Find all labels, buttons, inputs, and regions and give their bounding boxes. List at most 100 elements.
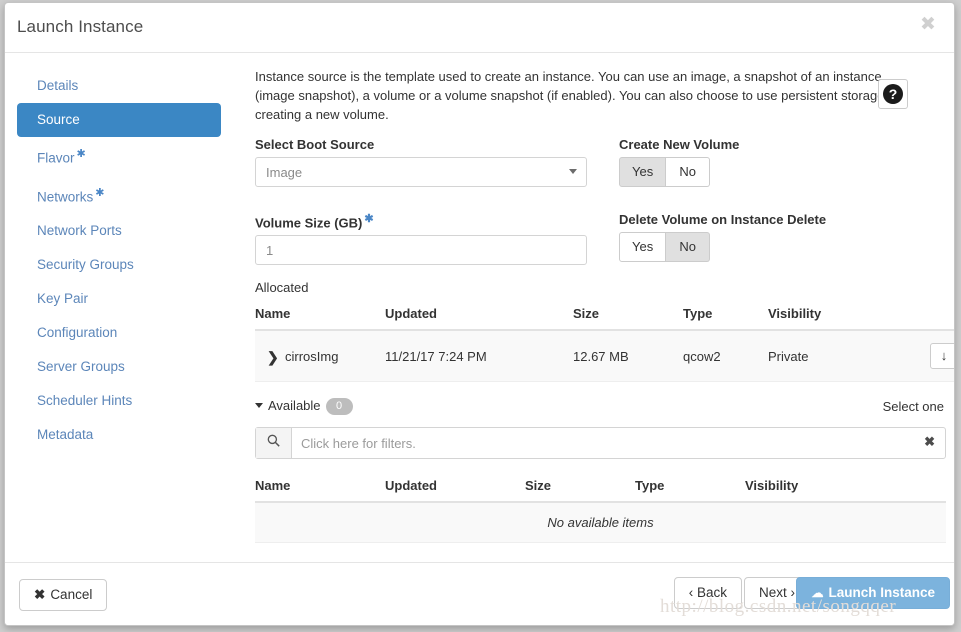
boot-source-label: Select Boot Source <box>255 137 375 152</box>
volume-size-label: Volume Size (GB) ✱ <box>255 212 587 230</box>
volume-size-input[interactable] <box>255 235 587 266</box>
required-marker: ✱ <box>364 213 374 225</box>
sidebar-item-label: Network Ports <box>37 223 122 238</box>
allocated-cell-type: qcow2 <box>683 330 768 382</box>
sidebar-item-scheduler-hints[interactable]: Scheduler Hints <box>17 384 221 418</box>
filter-bar: ✖ <box>255 427 946 459</box>
available-empty-row: No available items <box>255 502 946 543</box>
available-col-name: Name <box>255 473 385 503</box>
volume-size-label-text: Volume Size (GB) <box>255 215 363 231</box>
available-col-size: Size <box>525 473 635 503</box>
allocated-col-type: Type <box>683 301 768 331</box>
available-label: Available <box>268 398 321 413</box>
sidebar-item-label: Configuration <box>37 325 118 340</box>
delete-volume-yes[interactable]: Yes <box>619 232 667 262</box>
launch-instance-dialog: Launch Instance ✖ Details Source Flavor ✱… <box>4 2 955 626</box>
allocated-name-wrap: ❯ cirrosImg <box>255 348 385 366</box>
allocated-cell-size: 12.67 MB <box>573 330 683 382</box>
help-icon[interactable]: ? <box>878 79 908 109</box>
dialog-body: Details Source Flavor ✱ Networks ✱ Network… <box>5 53 954 563</box>
create-new-volume-label: Create New Volume <box>619 137 740 152</box>
required-marker: ✱ <box>76 148 86 160</box>
sidebar-item-source[interactable]: Source <box>17 103 221 137</box>
sidebar-item-networks[interactable]: Networks ✱ <box>17 176 221 215</box>
allocated-col-name: Name <box>255 301 385 331</box>
required-marker: ✱ <box>95 186 105 199</box>
chevron-right-icon[interactable]: ❯ <box>267 349 279 366</box>
available-empty-message: No available items <box>255 502 946 543</box>
sidebar-item-security-groups[interactable]: Security Groups <box>17 248 221 282</box>
delete-volume-group: Delete Volume on Instance Delete Yes No <box>619 212 919 262</box>
boot-source-select[interactable] <box>255 157 587 187</box>
available-table-header-row: Name Updated Size Type Visibility <box>255 473 946 503</box>
sidebar-item-configuration[interactable]: Configuration <box>17 316 221 350</box>
allocated-col-size: Size <box>573 301 683 331</box>
available-bar: Available 0 Select one <box>255 398 946 420</box>
available-count-badge: 0 <box>325 398 353 415</box>
sidebar-item-label: Server Groups <box>37 359 125 374</box>
create-new-volume-yes[interactable]: Yes <box>619 157 667 187</box>
clear-icon[interactable]: ✖ <box>924 434 935 450</box>
allocated-cell-updated: 11/21/17 7:24 PM <box>385 330 573 382</box>
cloud-icon: ☁ <box>811 586 824 600</box>
page-title: Launch Instance <box>17 17 144 36</box>
sidebar-item-label: Metadata <box>37 427 94 442</box>
delete-volume-no[interactable]: No <box>666 232 711 262</box>
source-step-content: Instance source is the template used to … <box>255 53 954 563</box>
search-input[interactable] <box>293 428 909 458</box>
sidebar-item-label: Key Pair <box>37 291 89 306</box>
table-row[interactable]: ❯ cirrosImg 11/21/17 7:24 PM 12.67 MB qc… <box>255 330 954 382</box>
dialog-header: Launch Instance ✖ <box>5 3 954 53</box>
delete-volume-toggle: Yes No <box>619 232 711 262</box>
delete-volume-label: Delete Volume on Instance Delete <box>619 212 827 227</box>
volume-size-group: Volume Size (GB) ✱ <box>255 212 587 266</box>
launch-instance-button[interactable]: ☁ Launch Instance <box>796 577 950 609</box>
available-table: Name Updated Size Type Visibility No ava… <box>255 473 946 543</box>
search-icon-svg <box>267 434 280 447</box>
sidebar-item-label: Details <box>37 78 79 93</box>
allocated-cell-action: ↓ <box>898 330 954 382</box>
boot-source-group: Select Boot Source <box>255 137 587 187</box>
sidebar-item-server-groups[interactable]: Server Groups <box>17 350 221 384</box>
close-icon[interactable]: ✖ <box>916 13 940 37</box>
sidebar-item-network-ports[interactable]: Network Ports <box>17 214 221 248</box>
sidebar-item-label: Flavor <box>37 150 75 166</box>
step-description-wrapper: Instance source is the template used to … <box>255 67 908 124</box>
allocated-col-visibility: Visibility <box>768 301 898 331</box>
back-button[interactable]: ‹ Back <box>673 577 742 609</box>
available-toggle[interactable]: Available 0 <box>255 398 353 415</box>
wizard-sidebar: Details Source Flavor ✱ Networks ✱ Network… <box>5 53 233 452</box>
cancel-button-label: Cancel <box>50 587 93 602</box>
select-one-hint: Select one <box>882 399 944 414</box>
sidebar-item-key-pair[interactable]: Key Pair <box>17 282 221 316</box>
create-new-volume-no[interactable]: No <box>666 157 711 187</box>
sidebar-item-details[interactable]: Details <box>17 69 221 103</box>
x-icon: ✖ <box>34 587 46 602</box>
allocated-label: Allocated <box>255 280 309 295</box>
allocated-col-action <box>898 301 954 331</box>
launch-instance-label: Launch Instance <box>828 585 935 600</box>
create-new-volume-group: Create New Volume Yes No <box>619 137 919 187</box>
boot-source-row: Select Boot Source Create New Volume Yes… <box>255 137 946 199</box>
help-glyph: ? <box>883 84 903 104</box>
allocated-col-updated: Updated <box>385 301 573 331</box>
sidebar-item-flavor[interactable]: Flavor ✱ <box>17 137 221 176</box>
sidebar-item-metadata[interactable]: Metadata <box>17 418 221 452</box>
cancel-button[interactable]: ✖ Cancel <box>19 579 108 611</box>
search-icon <box>256 428 292 458</box>
sidebar-item-label: Scheduler Hints <box>37 393 133 408</box>
allocated-name-text: cirrosImg <box>285 348 339 364</box>
sidebar-item-label: Networks <box>37 189 94 204</box>
boot-source-select-wrap <box>255 157 587 187</box>
allocated-table-header-row: Name Updated Size Type Visibility <box>255 301 954 331</box>
step-description: Instance source is the template used to … <box>255 69 902 122</box>
volume-size-row: Volume Size (GB)✱ Delete Volume on Insta… <box>255 212 946 274</box>
arrow-down-icon[interactable]: ↓ <box>930 343 954 369</box>
create-new-volume-toggle: Yes No <box>619 157 711 187</box>
sidebar-item-label: Security Groups <box>37 257 134 272</box>
allocated-cell-visibility: Private <box>768 330 898 382</box>
sidebar-item-label: Source <box>37 112 80 127</box>
allocated-cell-name: ❯ cirrosImg <box>255 330 385 382</box>
dialog-footer: ✖ Cancel ‹ Back Next › ☁ Launch Instance <box>5 562 954 625</box>
allocated-table: Name Updated Size Type Visibility ❯ cirr… <box>255 301 954 382</box>
